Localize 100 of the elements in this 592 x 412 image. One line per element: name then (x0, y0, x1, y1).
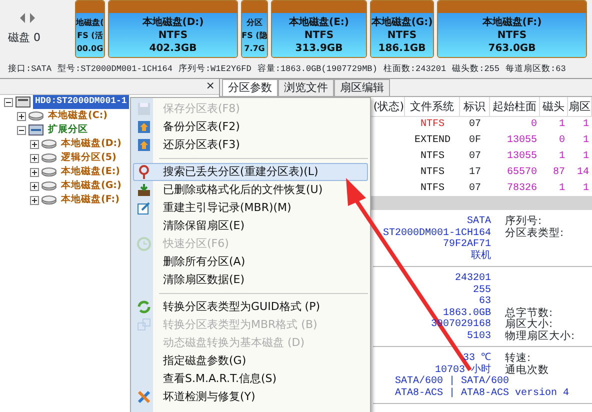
expand-toggle-icon[interactable] (30, 196, 39, 204)
partition-size: 402.3GB (149, 42, 197, 54)
save-icon (137, 102, 151, 116)
disk-info-text: 柱面数:243201 (383, 62, 446, 76)
detail-value: 33 ℃ (462, 353, 492, 364)
column-header[interactable]: 文件系统 (405, 97, 460, 117)
detail-label: 扇区大小: (504, 319, 554, 330)
expand-toggle-icon[interactable] (30, 182, 39, 190)
partition-name: 分区 (246, 16, 262, 28)
expand-toggle-icon[interactable] (30, 140, 39, 148)
table-cell-text: 1 (558, 118, 566, 132)
restore-icon (137, 138, 151, 152)
tab[interactable]: 扇区编辑 (334, 79, 390, 96)
menu-item[interactable]: 清除扇区数据(E) (133, 271, 368, 289)
box-icon (137, 183, 151, 197)
table-cell-text: 1 (582, 118, 590, 132)
partition-size: 763.0GB (488, 42, 536, 54)
partition-size: 7.7G (244, 42, 265, 54)
table-cell-text: 13055 (506, 134, 538, 148)
table-cell-text: 14 (576, 166, 590, 180)
menu-item[interactable]: 指定磁盘参数(G) (133, 352, 368, 370)
expand-toggle-icon[interactable] (17, 112, 26, 120)
forward-arrow-icon[interactable] (28, 12, 36, 24)
disk-info-text: 容量:1863.0GB(1907729MB) (257, 62, 378, 76)
table-cell-text: NTFS (419, 150, 446, 164)
table-cell-text: 87 (552, 166, 566, 180)
menu-item[interactable]: 还原分区表(F3) (133, 136, 368, 154)
detail-value: SATA (466, 216, 492, 228)
table-cell-text: 1 (558, 182, 566, 196)
table-cell-text: 07 (468, 150, 482, 164)
partition-filesystem: NTFS (497, 28, 527, 42)
clock-icon (137, 237, 151, 251)
table-cell-text: 13055 (506, 150, 538, 164)
drive-icon (41, 151, 57, 165)
column-header[interactable]: 磁头 (540, 97, 568, 117)
detail-value: 1863.0GB (442, 308, 492, 319)
search-icon (137, 165, 151, 179)
tree-item[interactable]: 本地磁盘(C:) (46, 108, 110, 124)
drive-icon (41, 137, 57, 151)
table-cell-text: 1 (582, 182, 590, 196)
menu-item[interactable]: 搜索已丢失分区(重建分区表)(L) (133, 163, 368, 181)
tree-item[interactable]: 本地磁盘(E:) (59, 164, 122, 180)
partition-size: 00.0G (76, 42, 104, 54)
tab[interactable]: 浏览文件 (278, 79, 334, 96)
column-header[interactable]: 扇区 (568, 97, 592, 117)
tab[interactable]: 分区参数 (222, 79, 278, 96)
refresh-icon (137, 300, 151, 314)
disk-info-text: 序列号:W1E2Y6FD (178, 62, 252, 76)
tree-item[interactable]: 本地磁盘(D:) (59, 136, 124, 152)
menu-item[interactable]: 删除所有分区(A) (133, 253, 368, 271)
partition-name: 本地磁盘(E:) (289, 16, 349, 28)
detail-value: 79F2AF71 (442, 239, 492, 250)
detail-value: ST2000DM001-1CH164 (382, 228, 492, 239)
tree-item[interactable]: 本地磁盘(G:) (59, 178, 124, 194)
table-cell-text: 65570 (506, 166, 538, 180)
expand-toggle-icon[interactable] (17, 126, 26, 134)
detail-value: 255 (472, 284, 492, 296)
table-cell-text: 07 (468, 118, 482, 132)
partition-filesystem: NTFS (387, 28, 417, 42)
expand-toggle-icon[interactable] (30, 154, 39, 162)
detail-value: 5103 (466, 330, 492, 342)
partition-block[interactable]: 本地磁盘(F:) NTFS 763.0GB (437, 0, 587, 58)
menu-item[interactable]: 重建主引导记录(MBR)(M) (133, 199, 368, 217)
menu-item[interactable]: 已删除或格式化后的文件恢复(U) (133, 181, 368, 199)
backup-icon (137, 120, 151, 134)
partition-block[interactable]: 分区 FS (隐 7.7G (241, 0, 268, 58)
tree-item[interactable]: 本地磁盘(F:) (59, 192, 122, 208)
partition-block[interactable]: 地磁盘( FS (活 00.0G (75, 0, 105, 58)
tree-item[interactable]: HD0:ST2000DM001-1 (33, 95, 129, 109)
table-cell-text: 0 (530, 118, 538, 132)
drive-icon (41, 179, 57, 193)
menu-item[interactable]: 备份分区表(F2) (133, 118, 368, 136)
drive-icon (41, 193, 57, 207)
back-arrow-icon[interactable] (19, 12, 26, 24)
column-header[interactable]: 标识 (460, 97, 490, 117)
convert-icon (137, 318, 151, 332)
menu-item[interactable]: 查看S.M.A.R.T.信息(S) (133, 370, 368, 388)
table-cell-text: 17 (468, 166, 482, 180)
disk-info-text: 型号:ST2000DM001-1CH164 (58, 62, 172, 76)
detail-label: 分区表类型: (504, 228, 565, 239)
partition-block[interactable]: 本地磁盘(D:) NTFS 402.3GB (108, 0, 238, 58)
menu-item[interactable]: 转换分区表类型为GUID格式 (P) (133, 298, 368, 316)
detail-value: 243201 (454, 273, 492, 284)
detail-label: 通电次数 (504, 364, 550, 376)
tree-item[interactable]: 逻辑分区(5) (59, 150, 118, 166)
tree-item[interactable]: 扩展分区 (46, 122, 90, 138)
detail-value: 联机 (470, 250, 492, 262)
partition-block[interactable]: 本地磁盘(G:) NTFS 186.1GB (370, 0, 434, 58)
close-button[interactable]: × (206, 78, 215, 95)
menu-item[interactable]: 坏道检测与修复(Y) (133, 388, 368, 406)
expand-toggle-icon[interactable] (30, 168, 39, 176)
tools-icon (137, 390, 151, 404)
detail-label: 序列号: (504, 216, 543, 227)
table-cell-text: 1 (582, 134, 590, 148)
table-cell-text: 0 (558, 134, 566, 148)
partition-block[interactable]: 本地磁盘(E:) NTFS 313.9GB (271, 0, 367, 58)
column-header[interactable]: 起始柱面 (490, 97, 540, 117)
menu-item[interactable]: 清除保留扇区(E) (133, 217, 368, 235)
table-cell-text: NTFS (419, 166, 446, 180)
expand-toggle-icon[interactable] (4, 98, 13, 106)
